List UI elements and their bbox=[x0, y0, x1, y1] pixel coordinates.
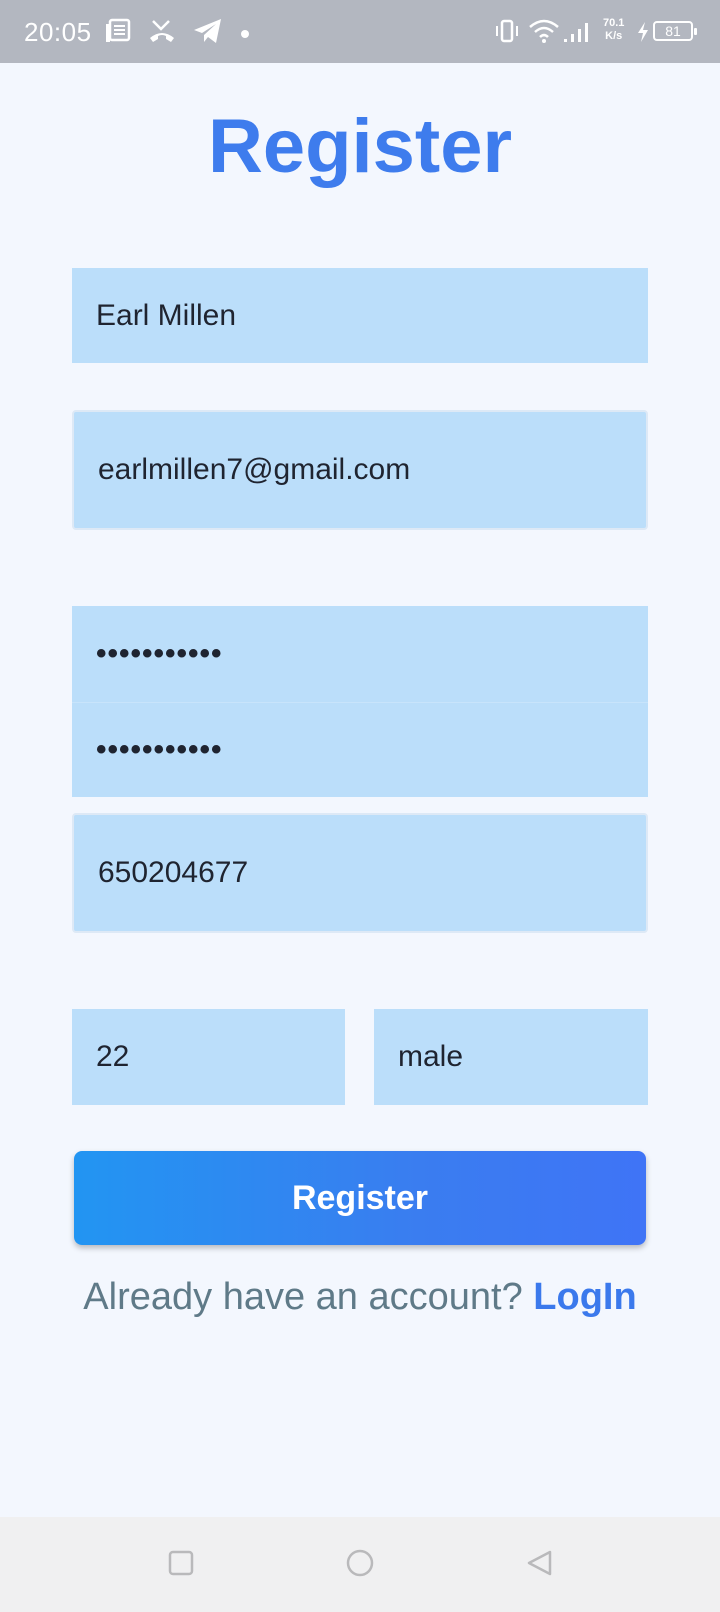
battery-icon: 81 bbox=[653, 21, 697, 41]
dot-icon bbox=[240, 26, 250, 44]
email-field[interactable]: earlmillen7@gmail.com bbox=[72, 410, 648, 530]
battery-level: 81 bbox=[665, 23, 681, 39]
news-icon bbox=[105, 18, 131, 49]
password-value: ••••••••••• bbox=[96, 637, 223, 670]
name-value: Earl Millen bbox=[96, 298, 237, 332]
confirm-password-field[interactable]: ••••••••••• bbox=[72, 702, 648, 797]
email-value: earlmillen7@gmail.com bbox=[98, 453, 411, 486]
telegram-icon bbox=[193, 18, 223, 49]
status-bar: 20:05 70.1 K/s 81 bbox=[0, 0, 720, 63]
network-speed-unit: K/s bbox=[605, 30, 623, 42]
gender-field[interactable]: male bbox=[374, 1009, 648, 1105]
back-icon[interactable] bbox=[525, 1549, 553, 1582]
navigation-bar bbox=[0, 1517, 720, 1612]
login-prompt: Already have an account? LogIn bbox=[0, 1276, 720, 1319]
status-time: 20:05 bbox=[24, 17, 92, 47]
gender-value: male bbox=[398, 1040, 464, 1073]
network-speed-value: 70.1 bbox=[603, 17, 625, 29]
wifi-icon bbox=[528, 18, 560, 49]
already-account-text: Already have an account? bbox=[83, 1276, 523, 1318]
confirm-password-value: ••••••••••• bbox=[96, 733, 223, 766]
page-title: Register bbox=[207, 104, 513, 189]
register-button[interactable]: Register bbox=[74, 1151, 646, 1245]
password-field[interactable]: ••••••••••• bbox=[72, 606, 648, 702]
age-field[interactable]: 22 bbox=[72, 1009, 345, 1105]
login-link[interactable]: LogIn bbox=[533, 1276, 636, 1318]
charging-icon bbox=[636, 21, 650, 48]
signal-icon bbox=[563, 18, 593, 49]
phone-value: 650204677 bbox=[98, 856, 249, 889]
name-field[interactable]: Earl Millen bbox=[72, 268, 648, 363]
home-icon[interactable] bbox=[345, 1549, 375, 1584]
missed-call-icon bbox=[148, 18, 176, 49]
network-speed: 70.1 K/s bbox=[603, 17, 624, 43]
phone-field[interactable]: 650204677 bbox=[72, 813, 648, 933]
recents-icon[interactable] bbox=[167, 1549, 195, 1582]
age-value: 22 bbox=[96, 1040, 130, 1073]
vibrate-icon bbox=[494, 18, 520, 49]
